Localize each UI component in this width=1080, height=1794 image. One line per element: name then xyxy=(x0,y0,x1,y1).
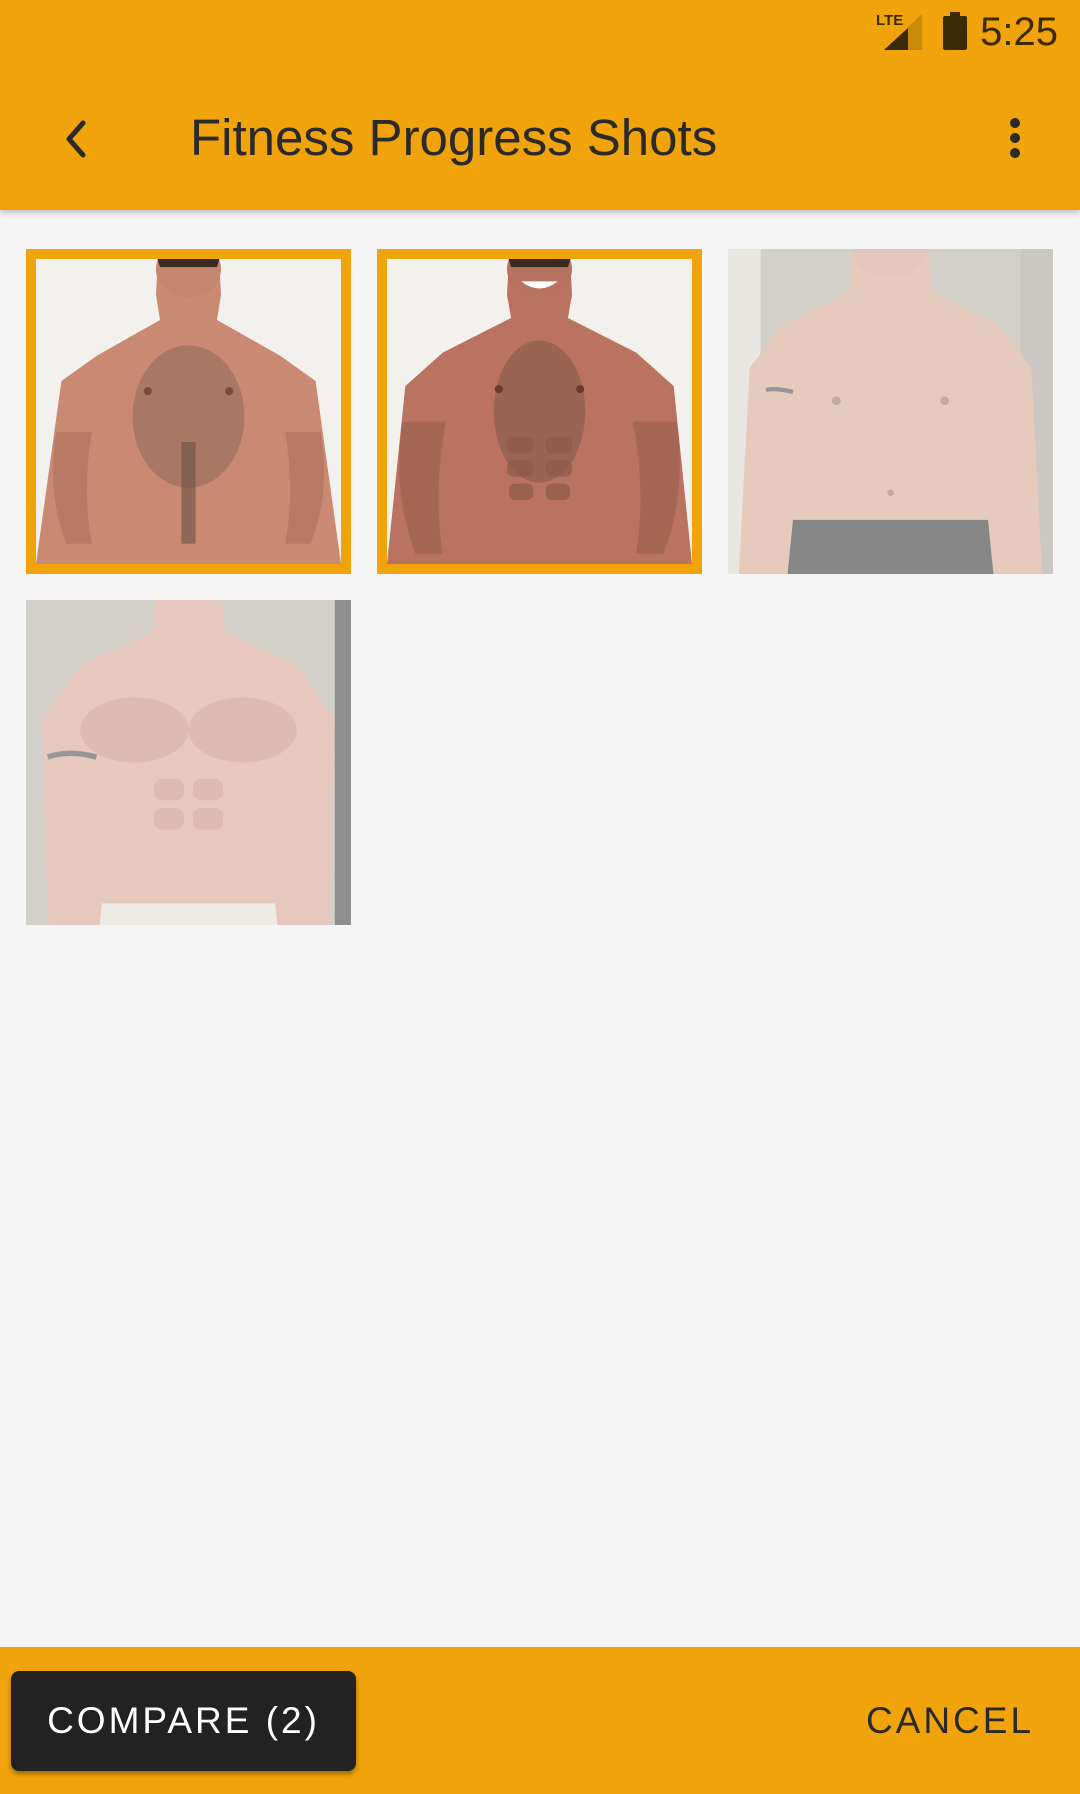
lte-signal-icon: LTE xyxy=(876,12,922,50)
progress-photo-1 xyxy=(36,259,341,564)
photo-tile-3[interactable] xyxy=(728,249,1053,574)
photo-tile-4[interactable] xyxy=(26,600,351,925)
battery-icon xyxy=(943,12,967,50)
bottom-action-bar: COMPARE (2) CANCEL xyxy=(0,1647,1080,1794)
photo-tile-2[interactable] xyxy=(377,249,702,574)
status-bar: LTE 5:25 xyxy=(0,0,1080,63)
progress-photo-3 xyxy=(728,249,1053,574)
svg-text:LTE: LTE xyxy=(876,12,903,29)
progress-photo-4 xyxy=(26,600,351,925)
more-options-button[interactable] xyxy=(990,108,1040,168)
page-title: Fitness Progress Shots xyxy=(190,109,718,166)
screen: LTE 5:25 Fitness Progress Shots COMPARE … xyxy=(0,0,1080,1794)
photo-tile-1[interactable] xyxy=(26,249,351,574)
back-arrow-icon xyxy=(66,120,86,158)
compare-button[interactable]: COMPARE (2) xyxy=(11,1671,356,1771)
cancel-button[interactable]: CANCEL xyxy=(840,1671,1060,1771)
more-vert-icon xyxy=(1010,118,1020,158)
status-time: 5:25 xyxy=(980,10,1058,54)
back-button[interactable] xyxy=(46,104,106,174)
progress-photo-2 xyxy=(387,259,692,564)
app-bar: LTE 5:25 Fitness Progress Shots xyxy=(0,0,1080,210)
